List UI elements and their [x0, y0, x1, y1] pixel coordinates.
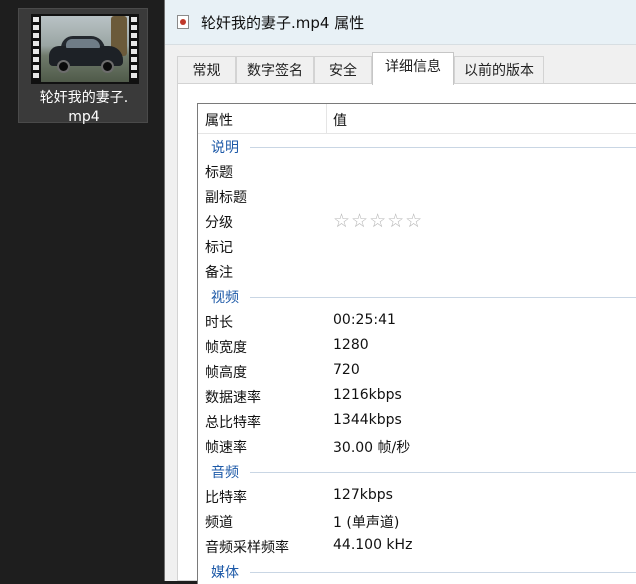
property-name: 帧速率	[205, 440, 247, 456]
column-header-property[interactable]: 属性	[205, 110, 233, 130]
window-title: 轮奸我的妻子.mp4 属性	[201, 14, 365, 32]
tab-details[interactable]: 详细信息	[372, 52, 454, 85]
group-media: 媒体	[198, 559, 636, 584]
property-name: 备注	[205, 265, 233, 281]
file-name-label: 轮奸我的妻子. mp4	[19, 89, 149, 127]
group-label: 说明	[211, 137, 245, 157]
property-value: 30.00 帧/秒	[333, 440, 411, 456]
property-value: 1 (单声道)	[333, 515, 400, 531]
group-label: 视频	[211, 287, 245, 307]
row-subtitle[interactable]: 副标题	[198, 184, 636, 209]
property-name: 分级	[205, 215, 233, 231]
star-outline-icon[interactable]: ☆☆☆☆☆	[333, 210, 423, 232]
tab-general[interactable]: 常规	[177, 56, 236, 84]
property-value: 00:25:41	[333, 312, 396, 328]
file-name-line-2: mp4	[68, 109, 100, 125]
row-comments[interactable]: 备注	[198, 259, 636, 284]
property-name: 标题	[205, 165, 233, 181]
row-audio-bitrate[interactable]: 比特率 127kbps	[198, 484, 636, 509]
row-title[interactable]: 标题	[198, 159, 636, 184]
property-name: 帧宽度	[205, 340, 247, 356]
property-value: 720	[333, 362, 360, 378]
property-value: 1280	[333, 337, 369, 353]
property-name: 数据速率	[205, 390, 261, 406]
video-file-thumbnail-icon	[31, 14, 139, 84]
property-value: 127kbps	[333, 487, 393, 503]
properties-window: 轮奸我的妻子.mp4 属性 常规 数字签名 安全 详细信息 以前的版本 属性 值…	[164, 0, 636, 584]
property-value: 44.100 kHz	[333, 537, 413, 553]
row-data-rate[interactable]: 数据速率 1216kbps	[198, 384, 636, 409]
details-panel: 属性 值 说明 标题 副标题 分级 ☆☆☆☆☆ 标记 备注 视频 时长 00:2…	[177, 83, 636, 584]
group-video: 视频	[198, 284, 636, 309]
tab-previous-versions[interactable]: 以前的版本	[454, 56, 544, 84]
file-name-line-1: 轮奸我的妻子.	[39, 90, 129, 106]
property-value: 1216kbps	[333, 387, 402, 403]
row-frame-height[interactable]: 帧高度 720	[198, 359, 636, 384]
property-name: 频道	[205, 515, 233, 531]
row-frame-rate[interactable]: 帧速率 30.00 帧/秒	[198, 434, 636, 459]
property-name: 音频采样频率	[205, 540, 289, 556]
row-tags[interactable]: 标记	[198, 234, 636, 259]
row-channels[interactable]: 频道 1 (单声道)	[198, 509, 636, 534]
group-label: 音频	[211, 462, 245, 482]
property-name: 比特率	[205, 490, 247, 506]
row-sample-rate[interactable]: 音频采样频率 44.100 kHz	[198, 534, 636, 559]
property-name: 时长	[205, 315, 233, 331]
row-duration[interactable]: 时长 00:25:41	[198, 309, 636, 334]
group-description: 说明	[198, 134, 636, 159]
desktop-file-item[interactable]: 轮奸我的妻子. mp4	[18, 8, 148, 125]
property-name: 总比特率	[205, 415, 261, 431]
property-name: 标记	[205, 240, 233, 256]
row-frame-width[interactable]: 帧宽度 1280	[198, 334, 636, 359]
property-value: 1344kbps	[333, 412, 402, 428]
column-divider[interactable]	[326, 104, 327, 133]
tab-security[interactable]: 安全	[314, 56, 372, 84]
row-total-bitrate[interactable]: 总比特率 1344kbps	[198, 409, 636, 434]
group-audio: 音频	[198, 459, 636, 484]
row-rating[interactable]: 分级 ☆☆☆☆☆	[198, 209, 636, 234]
property-name: 帧高度	[205, 365, 247, 381]
property-list[interactable]: 属性 值 说明 标题 副标题 分级 ☆☆☆☆☆ 标记 备注 视频 时长 00:2…	[197, 103, 636, 584]
group-label: 媒体	[211, 562, 245, 582]
title-bar[interactable]: 轮奸我的妻子.mp4 属性	[165, 0, 636, 45]
property-name: 副标题	[205, 190, 247, 206]
media-file-icon	[177, 15, 189, 29]
tab-digital-signatures[interactable]: 数字签名	[236, 56, 314, 84]
list-header: 属性 值	[198, 104, 636, 134]
column-header-value[interactable]: 值	[333, 110, 347, 130]
